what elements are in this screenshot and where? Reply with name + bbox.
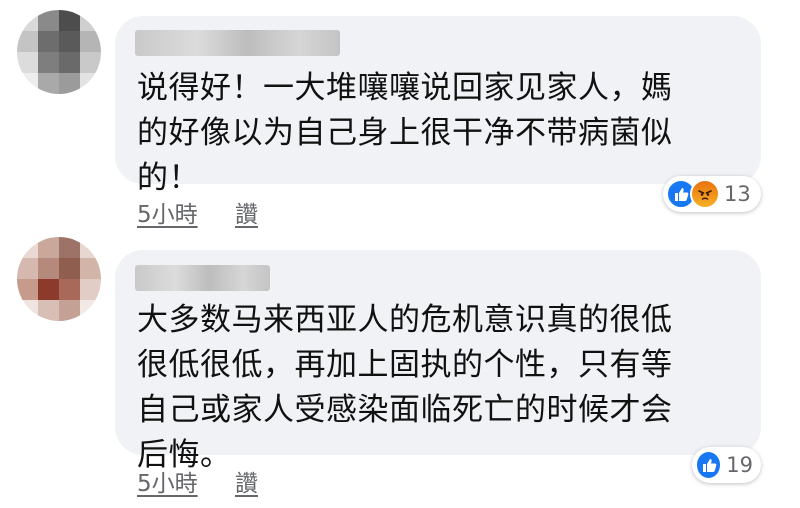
comment-2: 大多数马来西亚人的危机意识真的很低 很低很低，再加上固执的个性，只有等 自己或家… xyxy=(0,0,800,508)
timestamp-link[interactable]: 5小時 xyxy=(137,471,198,497)
author-name-redacted[interactable] xyxy=(135,265,270,291)
reaction-count: 19 xyxy=(726,453,753,477)
like-link[interactable]: 讚 xyxy=(235,471,258,497)
comment-text: 大多数马来西亚人的危机意识真的很低 很低很低，再加上固执的个性，只有等 自己或家… xyxy=(137,302,673,473)
comment-bubble: 大多数马来西亚人的危机意识真的很低 很低很低，再加上固执的个性，只有等 自己或家… xyxy=(115,250,761,473)
reaction-summary[interactable]: 19 xyxy=(692,447,761,483)
avatar[interactable] xyxy=(17,237,101,321)
comment-actions: 5小時 讚 xyxy=(137,464,258,498)
thumbs-up-icon xyxy=(695,450,723,480)
